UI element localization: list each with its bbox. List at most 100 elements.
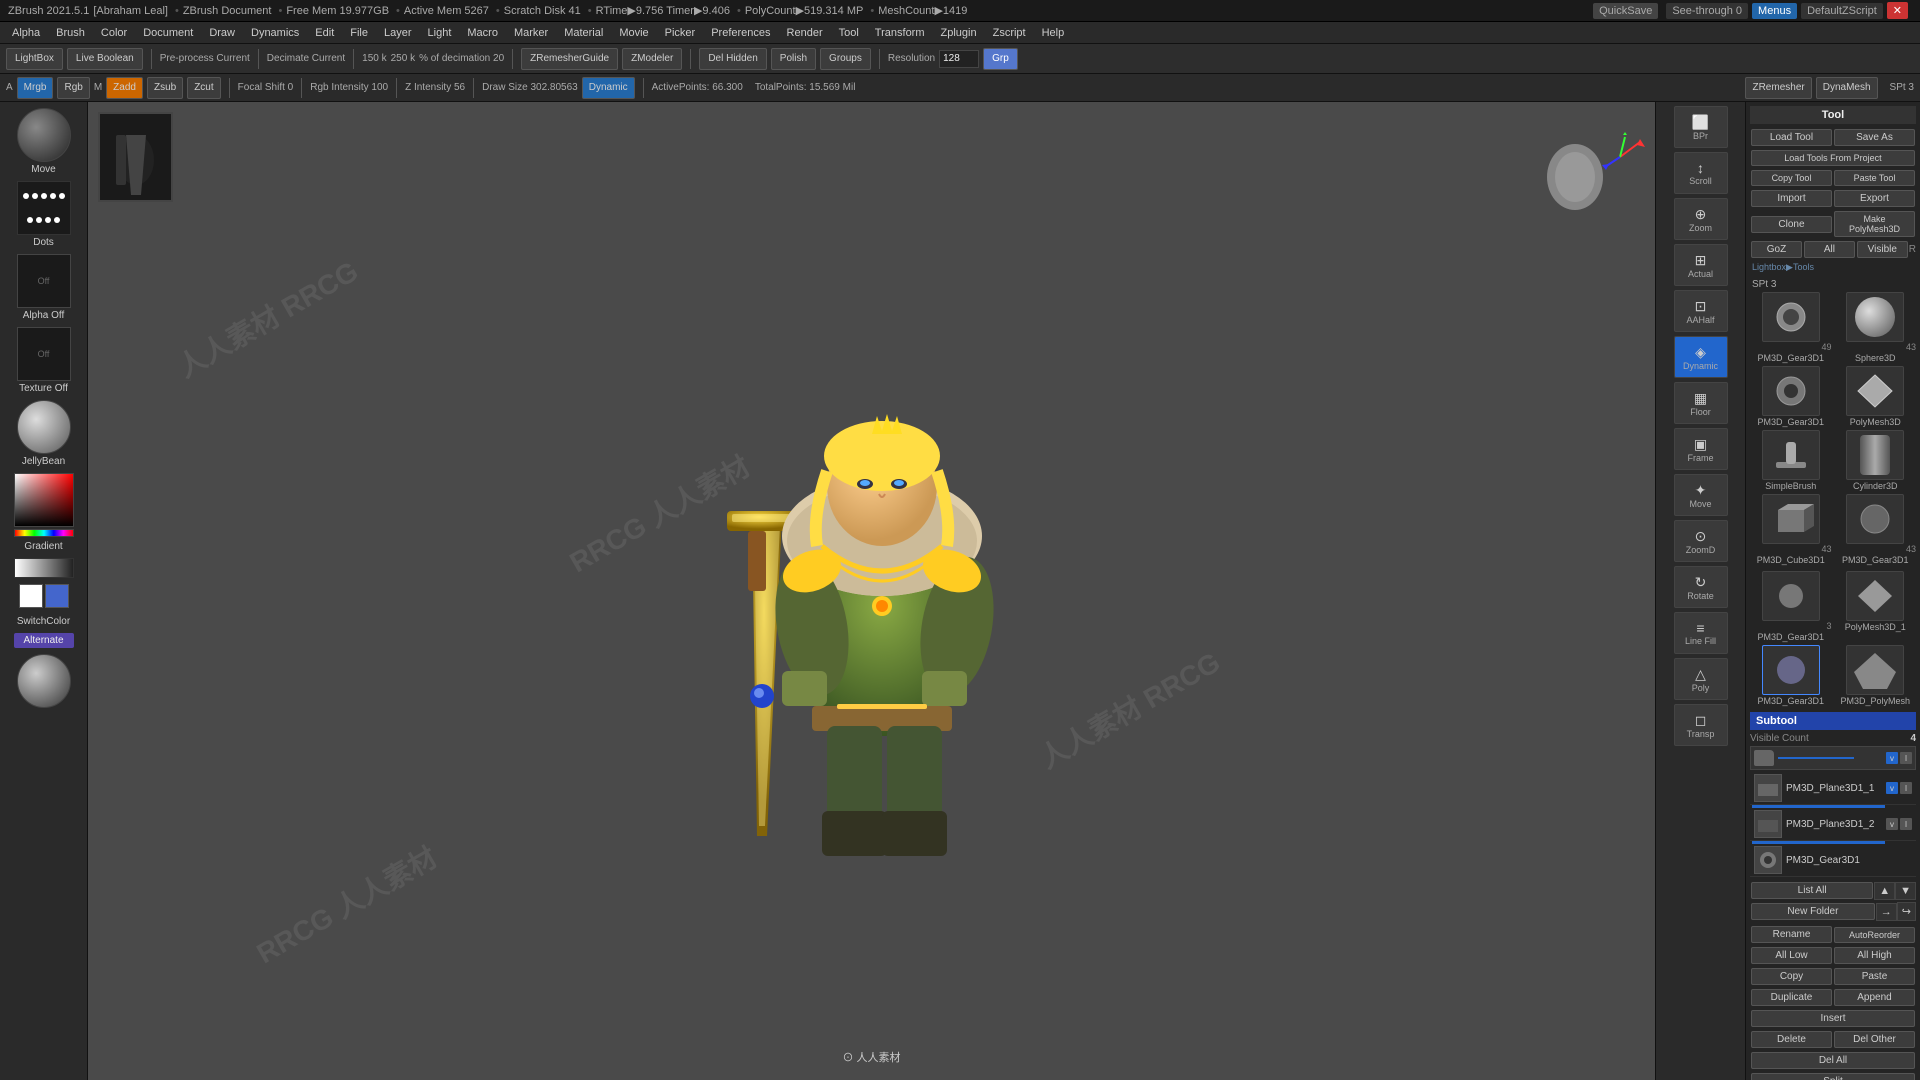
- folder-arrow2[interactable]: ↪: [1897, 902, 1916, 921]
- tool-item-gear1[interactable]: 49 PM3D_Gear3D1: [1750, 292, 1832, 363]
- copy-btn2[interactable]: Copy: [1751, 968, 1832, 985]
- import-btn[interactable]: Import: [1751, 190, 1832, 207]
- make-polymesh-btn[interactable]: Make PolyMesh3D: [1834, 211, 1915, 237]
- actual-btn[interactable]: ⊞ Actual: [1674, 244, 1728, 286]
- linefill-btn[interactable]: ≡ Line Fill: [1674, 612, 1728, 654]
- delete-btn[interactable]: Delete: [1751, 1031, 1832, 1048]
- all-low-btn[interactable]: All Low: [1751, 947, 1832, 964]
- tool-item-gear4[interactable]: 3 PM3D_Gear3D1: [1750, 571, 1832, 642]
- zmodeler-btn[interactable]: ZModeler: [622, 48, 682, 70]
- new-folder-btn[interactable]: New Folder: [1751, 903, 1875, 920]
- duplicate-btn[interactable]: Duplicate: [1751, 989, 1832, 1006]
- plane2-vis[interactable]: v: [1886, 818, 1898, 830]
- load-tools-project-btn[interactable]: Load Tools From Project: [1751, 150, 1915, 166]
- color-picker[interactable]: [14, 473, 74, 533]
- aahalf-btn[interactable]: ⊡ AAHalf: [1674, 290, 1728, 332]
- lightbox-btn[interactable]: LightBox: [6, 48, 63, 70]
- menu-item-zplugin[interactable]: Zplugin: [933, 25, 985, 41]
- menu-item-zscript[interactable]: Zscript: [985, 25, 1034, 41]
- dots-brush[interactable]: Dots: [17, 181, 71, 248]
- tool-item-cylinder[interactable]: Cylinder3D: [1835, 430, 1917, 491]
- append-btn[interactable]: Append: [1834, 989, 1915, 1006]
- menu-item-transform[interactable]: Transform: [867, 25, 933, 41]
- move-nav-btn[interactable]: ✦ Move: [1674, 474, 1728, 516]
- goz-btn[interactable]: GoZ: [1751, 241, 1802, 258]
- live-boolean-btn[interactable]: Live Boolean: [67, 48, 143, 70]
- poly-btn[interactable]: △ Poly: [1674, 658, 1728, 700]
- zoom-btn[interactable]: ⊕ Zoom: [1674, 198, 1728, 240]
- material-sphere[interactable]: [17, 654, 71, 708]
- resolution-input[interactable]: [939, 50, 979, 68]
- bpr-btn[interactable]: ⬜ BPr: [1674, 106, 1728, 148]
- down-arrow[interactable]: ▼: [1895, 882, 1916, 900]
- menu-item-brush[interactable]: Brush: [48, 25, 93, 41]
- menu-item-layer[interactable]: Layer: [376, 25, 420, 41]
- menu-item-movie[interactable]: Movie: [611, 25, 656, 41]
- load-tool-btn[interactable]: Load Tool: [1751, 129, 1832, 146]
- texture-off-item[interactable]: Off Texture Off: [17, 327, 71, 394]
- menu-item-macro[interactable]: Macro: [459, 25, 506, 41]
- del-hidden-btn[interactable]: Del Hidden: [699, 48, 766, 70]
- menu-item-help[interactable]: Help: [1034, 25, 1073, 41]
- tool-item-sphere[interactable]: 43 Sphere3D: [1835, 292, 1917, 363]
- menu-item-picker[interactable]: Picker: [657, 25, 704, 41]
- tool-item-polymesh2[interactable]: PM3D_PolyMesh: [1835, 645, 1917, 706]
- lightbox-tools-label[interactable]: Lightbox▶Tools: [1752, 262, 1914, 273]
- clone-btn[interactable]: Clone: [1751, 216, 1832, 233]
- visible-btn[interactable]: Visible: [1857, 241, 1908, 258]
- tool-item-polymesh[interactable]: PolyMesh3D: [1835, 366, 1917, 427]
- groups-btn[interactable]: Groups: [820, 48, 871, 70]
- copy-tool-btn[interactable]: Copy Tool: [1751, 170, 1832, 186]
- menu-item-marker[interactable]: Marker: [506, 25, 556, 41]
- menu-item-light[interactable]: Light: [420, 25, 460, 41]
- dynamic-nav-btn[interactable]: ◈ Dynamic: [1674, 336, 1728, 378]
- plane1-lock[interactable]: l: [1900, 782, 1912, 794]
- polish-btn[interactable]: Polish: [771, 48, 816, 70]
- subtool-plane2[interactable]: PM3D_Plane3D1_2 v l: [1750, 808, 1916, 841]
- save-as-btn[interactable]: Save As: [1834, 129, 1915, 146]
- menu-item-draw[interactable]: Draw: [201, 25, 243, 41]
- menu-item-file[interactable]: File: [342, 25, 376, 41]
- del-all-btn[interactable]: Del All: [1751, 1052, 1915, 1069]
- plane1-vis[interactable]: v: [1886, 782, 1898, 794]
- tool-item-gear2[interactable]: PM3D_Gear3D1: [1750, 366, 1832, 427]
- tool-item-cube[interactable]: 43 PM3D_Cube3D1: [1750, 494, 1832, 565]
- all-high-btn[interactable]: All High: [1834, 947, 1915, 964]
- move-brush[interactable]: Move: [17, 108, 71, 175]
- scroll-btn[interactable]: ↕ Scroll: [1674, 152, 1728, 194]
- rename-btn[interactable]: Rename: [1751, 926, 1832, 943]
- dynamesh-btn[interactable]: DynaMesh: [1816, 77, 1878, 99]
- split-btn[interactable]: Split: [1751, 1073, 1915, 1080]
- paste-tool-btn[interactable]: Paste Tool: [1834, 170, 1915, 186]
- grp-btn[interactable]: Grp: [983, 48, 1018, 70]
- viewport-thumbnail[interactable]: [98, 112, 173, 202]
- menu-item-render[interactable]: Render: [779, 25, 831, 41]
- subtool-gear[interactable]: PM3D_Gear3D1: [1750, 844, 1916, 877]
- list-all-btn[interactable]: List All: [1751, 882, 1873, 899]
- menu-item-color[interactable]: Color: [93, 25, 135, 41]
- menus-btn[interactable]: Menus: [1752, 3, 1797, 19]
- plane2-lock[interactable]: l: [1900, 818, 1912, 830]
- menu-item-edit[interactable]: Edit: [307, 25, 342, 41]
- zadd-btn[interactable]: Zadd: [106, 77, 143, 99]
- menu-item-alpha[interactable]: Alpha: [4, 25, 48, 41]
- folder-arrow[interactable]: →: [1876, 903, 1897, 921]
- see-through[interactable]: See-through 0: [1666, 3, 1748, 19]
- menu-item-material[interactable]: Material: [556, 25, 611, 41]
- menu-item-preferences[interactable]: Preferences: [703, 25, 778, 41]
- paste-btn2[interactable]: Paste: [1834, 968, 1915, 985]
- switch-white[interactable]: [19, 584, 43, 608]
- jellybean-item[interactable]: JellyBean: [17, 400, 71, 467]
- tool-item-gear3[interactable]: 43 PM3D_Gear3D1: [1835, 494, 1917, 565]
- zcut-btn[interactable]: Zcut: [187, 77, 220, 99]
- alpha-off-item[interactable]: Off Alpha Off: [17, 254, 71, 321]
- subtool-plane1[interactable]: PM3D_Plane3D1_1 v l: [1750, 772, 1916, 805]
- subtool-lock-icon[interactable]: l: [1900, 752, 1912, 764]
- frame-btn[interactable]: ▣ Frame: [1674, 428, 1728, 470]
- zremesher-guide-btn[interactable]: ZRemesherGuide: [521, 48, 618, 70]
- subtool-vis-icon[interactable]: v: [1886, 752, 1898, 764]
- zoomd-btn[interactable]: ⊙ ZoomD: [1674, 520, 1728, 562]
- switch-blue[interactable]: [45, 584, 69, 608]
- color-square[interactable]: [14, 473, 74, 527]
- close-btn[interactable]: ✕: [1887, 2, 1908, 19]
